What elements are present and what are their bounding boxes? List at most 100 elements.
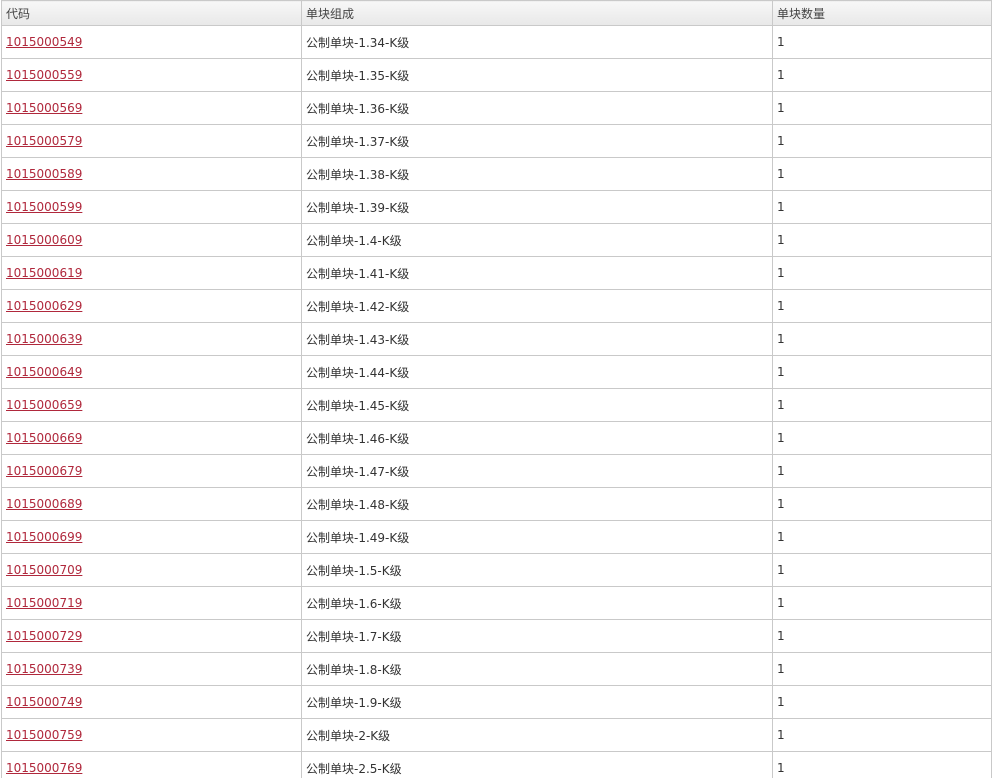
quantity-cell: 1 xyxy=(772,487,992,521)
code-link[interactable]: 1015000569 xyxy=(6,101,82,115)
code-link[interactable]: 1015000699 xyxy=(6,530,82,544)
quantity-cell: 1 xyxy=(772,619,992,653)
composition-cell: 公制单块-1.8-K级 xyxy=(301,652,773,686)
table-row: 1015000589 公制单块-1.38-K级 1 xyxy=(1,157,992,191)
composition-cell: 公制单块-1.46-K级 xyxy=(301,421,773,455)
quantity-cell: 1 xyxy=(772,520,992,554)
code-link[interactable]: 1015000709 xyxy=(6,563,82,577)
code-link[interactable]: 1015000609 xyxy=(6,233,82,247)
quantity-cell: 1 xyxy=(772,124,992,158)
quantity-cell: 1 xyxy=(772,256,992,290)
table-row: 1015000659 公制单块-1.45-K级 1 xyxy=(1,388,992,422)
code-link[interactable]: 1015000659 xyxy=(6,398,82,412)
code-cell: 1015000729 xyxy=(1,619,302,653)
code-link[interactable]: 1015000759 xyxy=(6,728,82,742)
table-row: 1015000629 公制单块-1.42-K级 1 xyxy=(1,289,992,323)
composition-cell: 公制单块-1.49-K级 xyxy=(301,520,773,554)
code-cell: 1015000569 xyxy=(1,91,302,125)
header-code[interactable]: 代码 xyxy=(1,0,302,26)
code-link[interactable]: 1015000679 xyxy=(6,464,82,478)
table-header: 代码 单块组成 单块数量 xyxy=(1,0,992,26)
code-cell: 1015000749 xyxy=(1,685,302,719)
quantity-cell: 1 xyxy=(772,586,992,620)
quantity-cell: 1 xyxy=(772,454,992,488)
code-link[interactable]: 1015000729 xyxy=(6,629,82,643)
table-row: 1015000709 公制单块-1.5-K级 1 xyxy=(1,553,992,587)
code-link[interactable]: 1015000559 xyxy=(6,68,82,82)
table-row: 1015000559 公制单块-1.35-K级 1 xyxy=(1,58,992,92)
quantity-cell: 1 xyxy=(772,58,992,92)
table-row: 1015000759 公制单块-2-K级 1 xyxy=(1,718,992,752)
composition-cell: 公制单块-1.42-K级 xyxy=(301,289,773,323)
composition-cell: 公制单块-1.35-K级 xyxy=(301,58,773,92)
code-cell: 1015000579 xyxy=(1,124,302,158)
quantity-cell: 1 xyxy=(772,91,992,125)
quantity-cell: 1 xyxy=(772,553,992,587)
header-composition[interactable]: 单块组成 xyxy=(301,0,773,26)
table-row: 1015000769 公制单块-2.5-K级 1 xyxy=(1,751,992,778)
code-cell: 1015000559 xyxy=(1,58,302,92)
code-cell: 1015000709 xyxy=(1,553,302,587)
code-cell: 1015000619 xyxy=(1,256,302,290)
composition-cell: 公制单块-1.6-K级 xyxy=(301,586,773,620)
code-link[interactable]: 1015000639 xyxy=(6,332,82,346)
quantity-cell: 1 xyxy=(772,289,992,323)
quantity-cell: 1 xyxy=(772,388,992,422)
code-link[interactable]: 1015000629 xyxy=(6,299,82,313)
code-cell: 1015000699 xyxy=(1,520,302,554)
table-row: 1015000739 公制单块-1.8-K级 1 xyxy=(1,652,992,686)
code-cell: 1015000739 xyxy=(1,652,302,686)
quantity-cell: 1 xyxy=(772,685,992,719)
quantity-cell: 1 xyxy=(772,25,992,59)
code-cell: 1015000639 xyxy=(1,322,302,356)
code-cell: 1015000659 xyxy=(1,388,302,422)
table-row: 1015000669 公制单块-1.46-K级 1 xyxy=(1,421,992,455)
code-link[interactable]: 1015000719 xyxy=(6,596,82,610)
table-row: 1015000679 公制单块-1.47-K级 1 xyxy=(1,454,992,488)
code-link[interactable]: 1015000669 xyxy=(6,431,82,445)
composition-cell: 公制单块-1.43-K级 xyxy=(301,322,773,356)
table-row: 1015000549 公制单块-1.34-K级 1 xyxy=(1,25,992,59)
quantity-cell: 1 xyxy=(772,421,992,455)
table-row: 1015000689 公制单块-1.48-K级 1 xyxy=(1,487,992,521)
composition-cell: 公制单块-1.41-K级 xyxy=(301,256,773,290)
code-link[interactable]: 1015000769 xyxy=(6,761,82,775)
quantity-cell: 1 xyxy=(772,157,992,191)
composition-cell: 公制单块-1.44-K级 xyxy=(301,355,773,389)
composition-cell: 公制单块-1.34-K级 xyxy=(301,25,773,59)
table-row: 1015000609 公制单块-1.4-K级 1 xyxy=(1,223,992,257)
code-link[interactable]: 1015000579 xyxy=(6,134,82,148)
composition-cell: 公制单块-1.9-K级 xyxy=(301,685,773,719)
code-cell: 1015000679 xyxy=(1,454,302,488)
composition-cell: 公制单块-1.36-K级 xyxy=(301,91,773,125)
quantity-cell: 1 xyxy=(772,322,992,356)
table-row: 1015000579 公制单块-1.37-K级 1 xyxy=(1,124,992,158)
quantity-cell: 1 xyxy=(772,718,992,752)
composition-cell: 公制单块-2-K级 xyxy=(301,718,773,752)
header-quantity[interactable]: 单块数量 xyxy=(772,0,992,26)
header-row: 代码 单块组成 单块数量 xyxy=(1,0,992,26)
code-link[interactable]: 1015000649 xyxy=(6,365,82,379)
code-cell: 1015000719 xyxy=(1,586,302,620)
composition-cell: 公制单块-1.5-K级 xyxy=(301,553,773,587)
code-link[interactable]: 1015000739 xyxy=(6,662,82,676)
table-row: 1015000619 公制单块-1.41-K级 1 xyxy=(1,256,992,290)
code-link[interactable]: 1015000749 xyxy=(6,695,82,709)
composition-cell: 公制单块-1.7-K级 xyxy=(301,619,773,653)
table-row: 1015000729 公制单块-1.7-K级 1 xyxy=(1,619,992,653)
code-cell: 1015000759 xyxy=(1,718,302,752)
composition-cell: 公制单块-1.37-K级 xyxy=(301,124,773,158)
table-row: 1015000649 公制单块-1.44-K级 1 xyxy=(1,355,992,389)
composition-cell: 公制单块-2.5-K级 xyxy=(301,751,773,778)
table-row: 1015000699 公制单块-1.49-K级 1 xyxy=(1,520,992,554)
code-link[interactable]: 1015000619 xyxy=(6,266,82,280)
code-link[interactable]: 1015000549 xyxy=(6,35,82,49)
code-link[interactable]: 1015000599 xyxy=(6,200,82,214)
code-cell: 1015000689 xyxy=(1,487,302,521)
code-cell: 1015000669 xyxy=(1,421,302,455)
code-link[interactable]: 1015000689 xyxy=(6,497,82,511)
code-link[interactable]: 1015000589 xyxy=(6,167,82,181)
quantity-cell: 1 xyxy=(772,223,992,257)
composition-cell: 公制单块-1.39-K级 xyxy=(301,190,773,224)
code-cell: 1015000549 xyxy=(1,25,302,59)
